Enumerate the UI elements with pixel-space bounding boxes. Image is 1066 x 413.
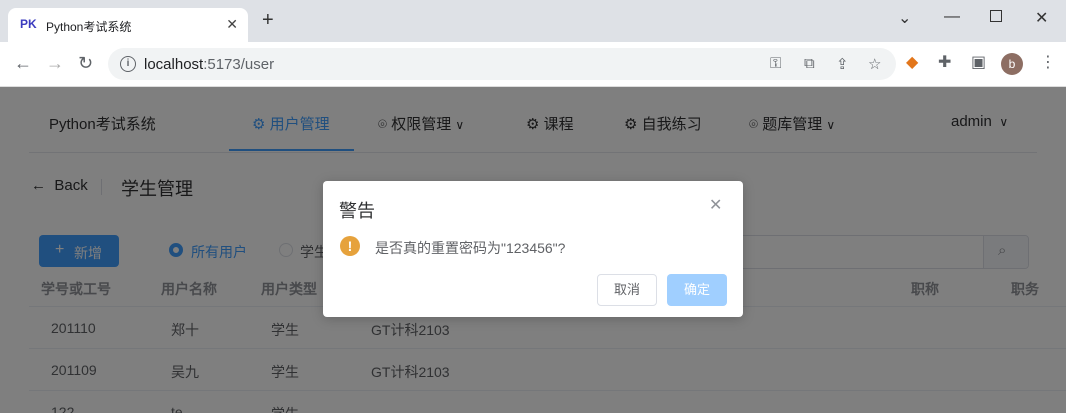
back-arrow-icon[interactable]: ←: [14, 54, 32, 72]
dialog-message: 是否真的重置密码为"123456"?: [375, 240, 566, 256]
warning-icon: !: [340, 236, 360, 256]
url-host: localhost: [144, 56, 204, 73]
metamask-extension-icon[interactable]: ◆: [906, 54, 918, 72]
extensions-puzzle-icon[interactable]: ✚: [938, 54, 951, 72]
chrome-menu-icon[interactable]: ⋮: [1040, 54, 1056, 72]
browser-tab[interactable]: PK Python考试系统 ✕: [8, 8, 248, 42]
cancel-button[interactable]: 取消: [597, 274, 657, 306]
translate-icon[interactable]: ⧉: [804, 55, 815, 72]
dialog-title: 警告: [339, 201, 375, 221]
url-path: :5173/user: [203, 56, 275, 73]
forward-arrow-icon[interactable]: →: [46, 54, 64, 72]
maximize-icon[interactable]: [990, 10, 1002, 22]
reload-icon[interactable]: ↻: [78, 54, 93, 72]
side-panel-icon[interactable]: ▣: [971, 54, 986, 72]
browser-tabstrip: PK Python考试系统 ✕ + ⌄ — ✕: [0, 0, 1066, 42]
browser-toolbar: ← → ↻ i localhost:5173/user ⚿ ⧉ ⇪ ☆ ◆ ✚ …: [0, 42, 1066, 87]
minimize-icon[interactable]: —: [944, 8, 960, 26]
url-text: localhost:5173/user: [144, 56, 274, 73]
key-icon[interactable]: ⚿: [770, 55, 781, 72]
tab-favicon: PK: [20, 17, 37, 31]
tab-search-icon[interactable]: ⌄: [898, 8, 911, 28]
new-tab-icon[interactable]: +: [262, 10, 274, 30]
confirm-button[interactable]: 确定: [667, 274, 727, 306]
window-close-icon[interactable]: ✕: [1035, 8, 1048, 28]
tab-close-icon[interactable]: ✕: [226, 16, 238, 33]
profile-avatar[interactable]: b: [1001, 53, 1023, 75]
tab-title: Python考试系统: [46, 20, 132, 34]
share-icon[interactable]: ⇪: [836, 55, 849, 73]
site-info-icon[interactable]: i: [120, 56, 136, 72]
confirm-dialog: 警告 ✕ ! 是否真的重置密码为"123456"? 取消 确定: [323, 181, 743, 317]
dialog-close-icon[interactable]: ✕: [709, 195, 722, 215]
address-bar[interactable]: i localhost:5173/user ⚿ ⧉ ⇪ ☆: [108, 48, 896, 80]
bookmark-star-icon[interactable]: ☆: [868, 55, 881, 73]
